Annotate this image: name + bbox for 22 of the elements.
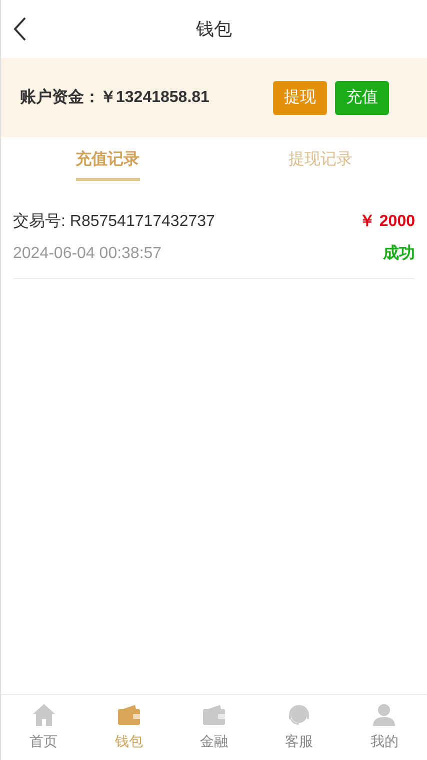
nav-tab[interactable]: 金融 (171, 695, 257, 760)
transaction-id: 交易号: R857541717432737 (13, 212, 215, 232)
wallet-icon (116, 703, 141, 727)
home-icon (32, 703, 56, 727)
amount: ￥ 2000 (358, 212, 415, 232)
back-button[interactable] (13, 17, 27, 41)
nav-tab[interactable]: 我的 (342, 695, 427, 760)
deposit-button[interactable]: 充值 (335, 80, 389, 114)
balance-label: 账户资金： (20, 87, 100, 108)
tab[interactable]: 提现记录 (214, 137, 427, 190)
person-icon (372, 703, 396, 727)
balance-amount: ￥13241858.81 (100, 88, 210, 108)
nav-tab[interactable]: 客服 (256, 695, 342, 760)
headset-icon (287, 703, 312, 727)
timestamp: 2024-06-04 00:38:57 (13, 244, 162, 264)
wallet-icon (202, 703, 226, 727)
status: 成功 (383, 244, 415, 264)
nav-tab[interactable]: 首页 (1, 695, 86, 760)
withdraw-button[interactable]: 提现 (273, 80, 327, 114)
page-title: 钱包 (196, 18, 232, 40)
nav-tab[interactable]: 钱包 (86, 695, 172, 760)
tab[interactable]: 充值记录 (1, 137, 214, 190)
